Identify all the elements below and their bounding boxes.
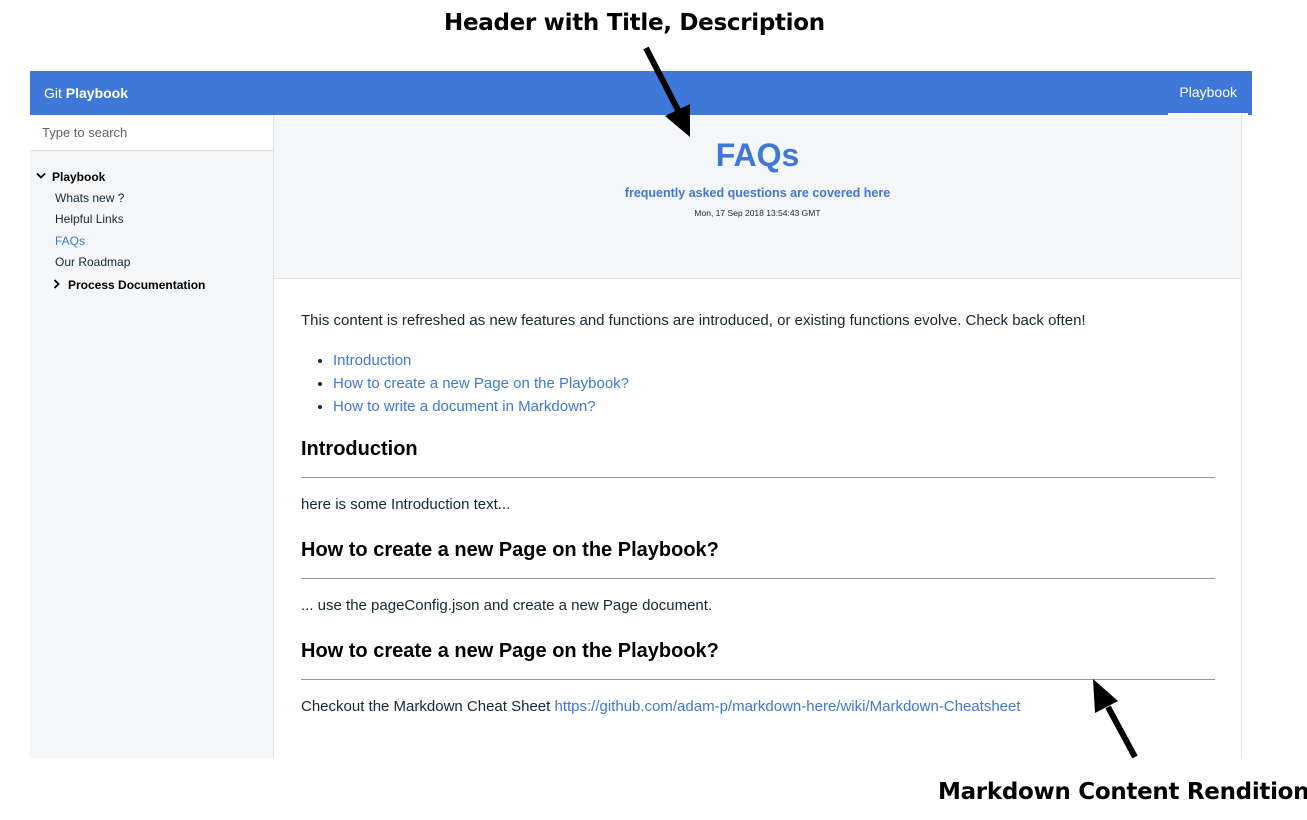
sidebar-item-helpful-links[interactable]: Helpful Links (30, 209, 273, 230)
section-heading-create-page-2: How to create a new Page on the Playbook… (301, 638, 1215, 680)
sidebar-item-our-roadmap[interactable]: Our Roadmap (30, 252, 273, 273)
cheatsheet-prefix: Checkout the Markdown Cheat Sheet (301, 698, 551, 715)
table-of-contents: Introduction How to create a new Page on… (301, 349, 1215, 418)
sidebar: Playbook Whats new ? Helpful Links FAQs … (30, 115, 274, 758)
brand-logo[interactable]: Git Playbook (44, 85, 128, 101)
app-window: Git Playbook Playbook Playbook Whats new… (30, 71, 1252, 758)
section-body-create-page: ... use the pageConfig.json and create a… (301, 597, 713, 614)
header-callout-label: Header with Title, Description (444, 10, 825, 36)
section-heading-create-page: How to create a new Page on the Playbook… (301, 537, 1215, 579)
brand-prefix: Git (44, 85, 62, 101)
section-heading-introduction: Introduction (301, 436, 1215, 478)
toc-item: How to write a document in Markdown? (333, 395, 1215, 418)
sidebar-group-label: Playbook (52, 170, 106, 184)
page-date: Mon, 17 Sep 2018 13:54:43 GMT (694, 208, 821, 218)
toc-link-introduction[interactable]: Introduction (333, 352, 411, 369)
markdown-content: This content is refreshed as new feature… (274, 311, 1241, 717)
cheatsheet-link[interactable]: https://github.com/adam-p/markdown-here/… (554, 698, 1020, 715)
chevron-right-icon (46, 279, 68, 292)
sidebar-tree: Playbook Whats new ? Helpful Links FAQs … (30, 168, 273, 294)
section-body-cheatsheet: Checkout the Markdown Cheat Sheet https:… (301, 697, 1215, 717)
page-header: FAQs frequently asked questions are cove… (274, 115, 1241, 279)
intro-text: This content is refreshed as new feature… (301, 312, 1086, 329)
sidebar-group-playbook[interactable]: Playbook (30, 168, 273, 186)
toc-item: Introduction (333, 349, 1215, 372)
sidebar-subgroup-label: Process Documentation (68, 278, 206, 293)
page-description: frequently asked questions are covered h… (624, 186, 891, 200)
brand-name: Playbook (65, 85, 129, 101)
page-title: FAQs (715, 137, 800, 173)
sidebar-group-process-documentation[interactable]: Process Documentation (30, 276, 273, 294)
search-input[interactable] (30, 115, 273, 151)
sidebar-item-faqs[interactable]: FAQs (30, 231, 273, 252)
content-callout-label: Markdown Content Rendition (938, 779, 1307, 805)
top-navigation-bar: Git Playbook Playbook (30, 71, 1252, 115)
sidebar-item-whats-new[interactable]: Whats new ? (30, 188, 273, 209)
section-body-introduction: here is some Introduction text... (301, 496, 511, 513)
top-nav: Playbook (1168, 71, 1248, 115)
top-nav-playbook-link[interactable]: Playbook (1168, 71, 1248, 115)
chevron-down-icon (30, 171, 52, 183)
toc-link-create-page[interactable]: How to create a new Page on the Playbook… (333, 375, 629, 392)
toc-link-write-markdown[interactable]: How to write a document in Markdown? (333, 398, 596, 415)
toc-item: How to create a new Page on the Playbook… (333, 372, 1215, 395)
main-content: FAQs frequently asked questions are cove… (274, 115, 1242, 758)
